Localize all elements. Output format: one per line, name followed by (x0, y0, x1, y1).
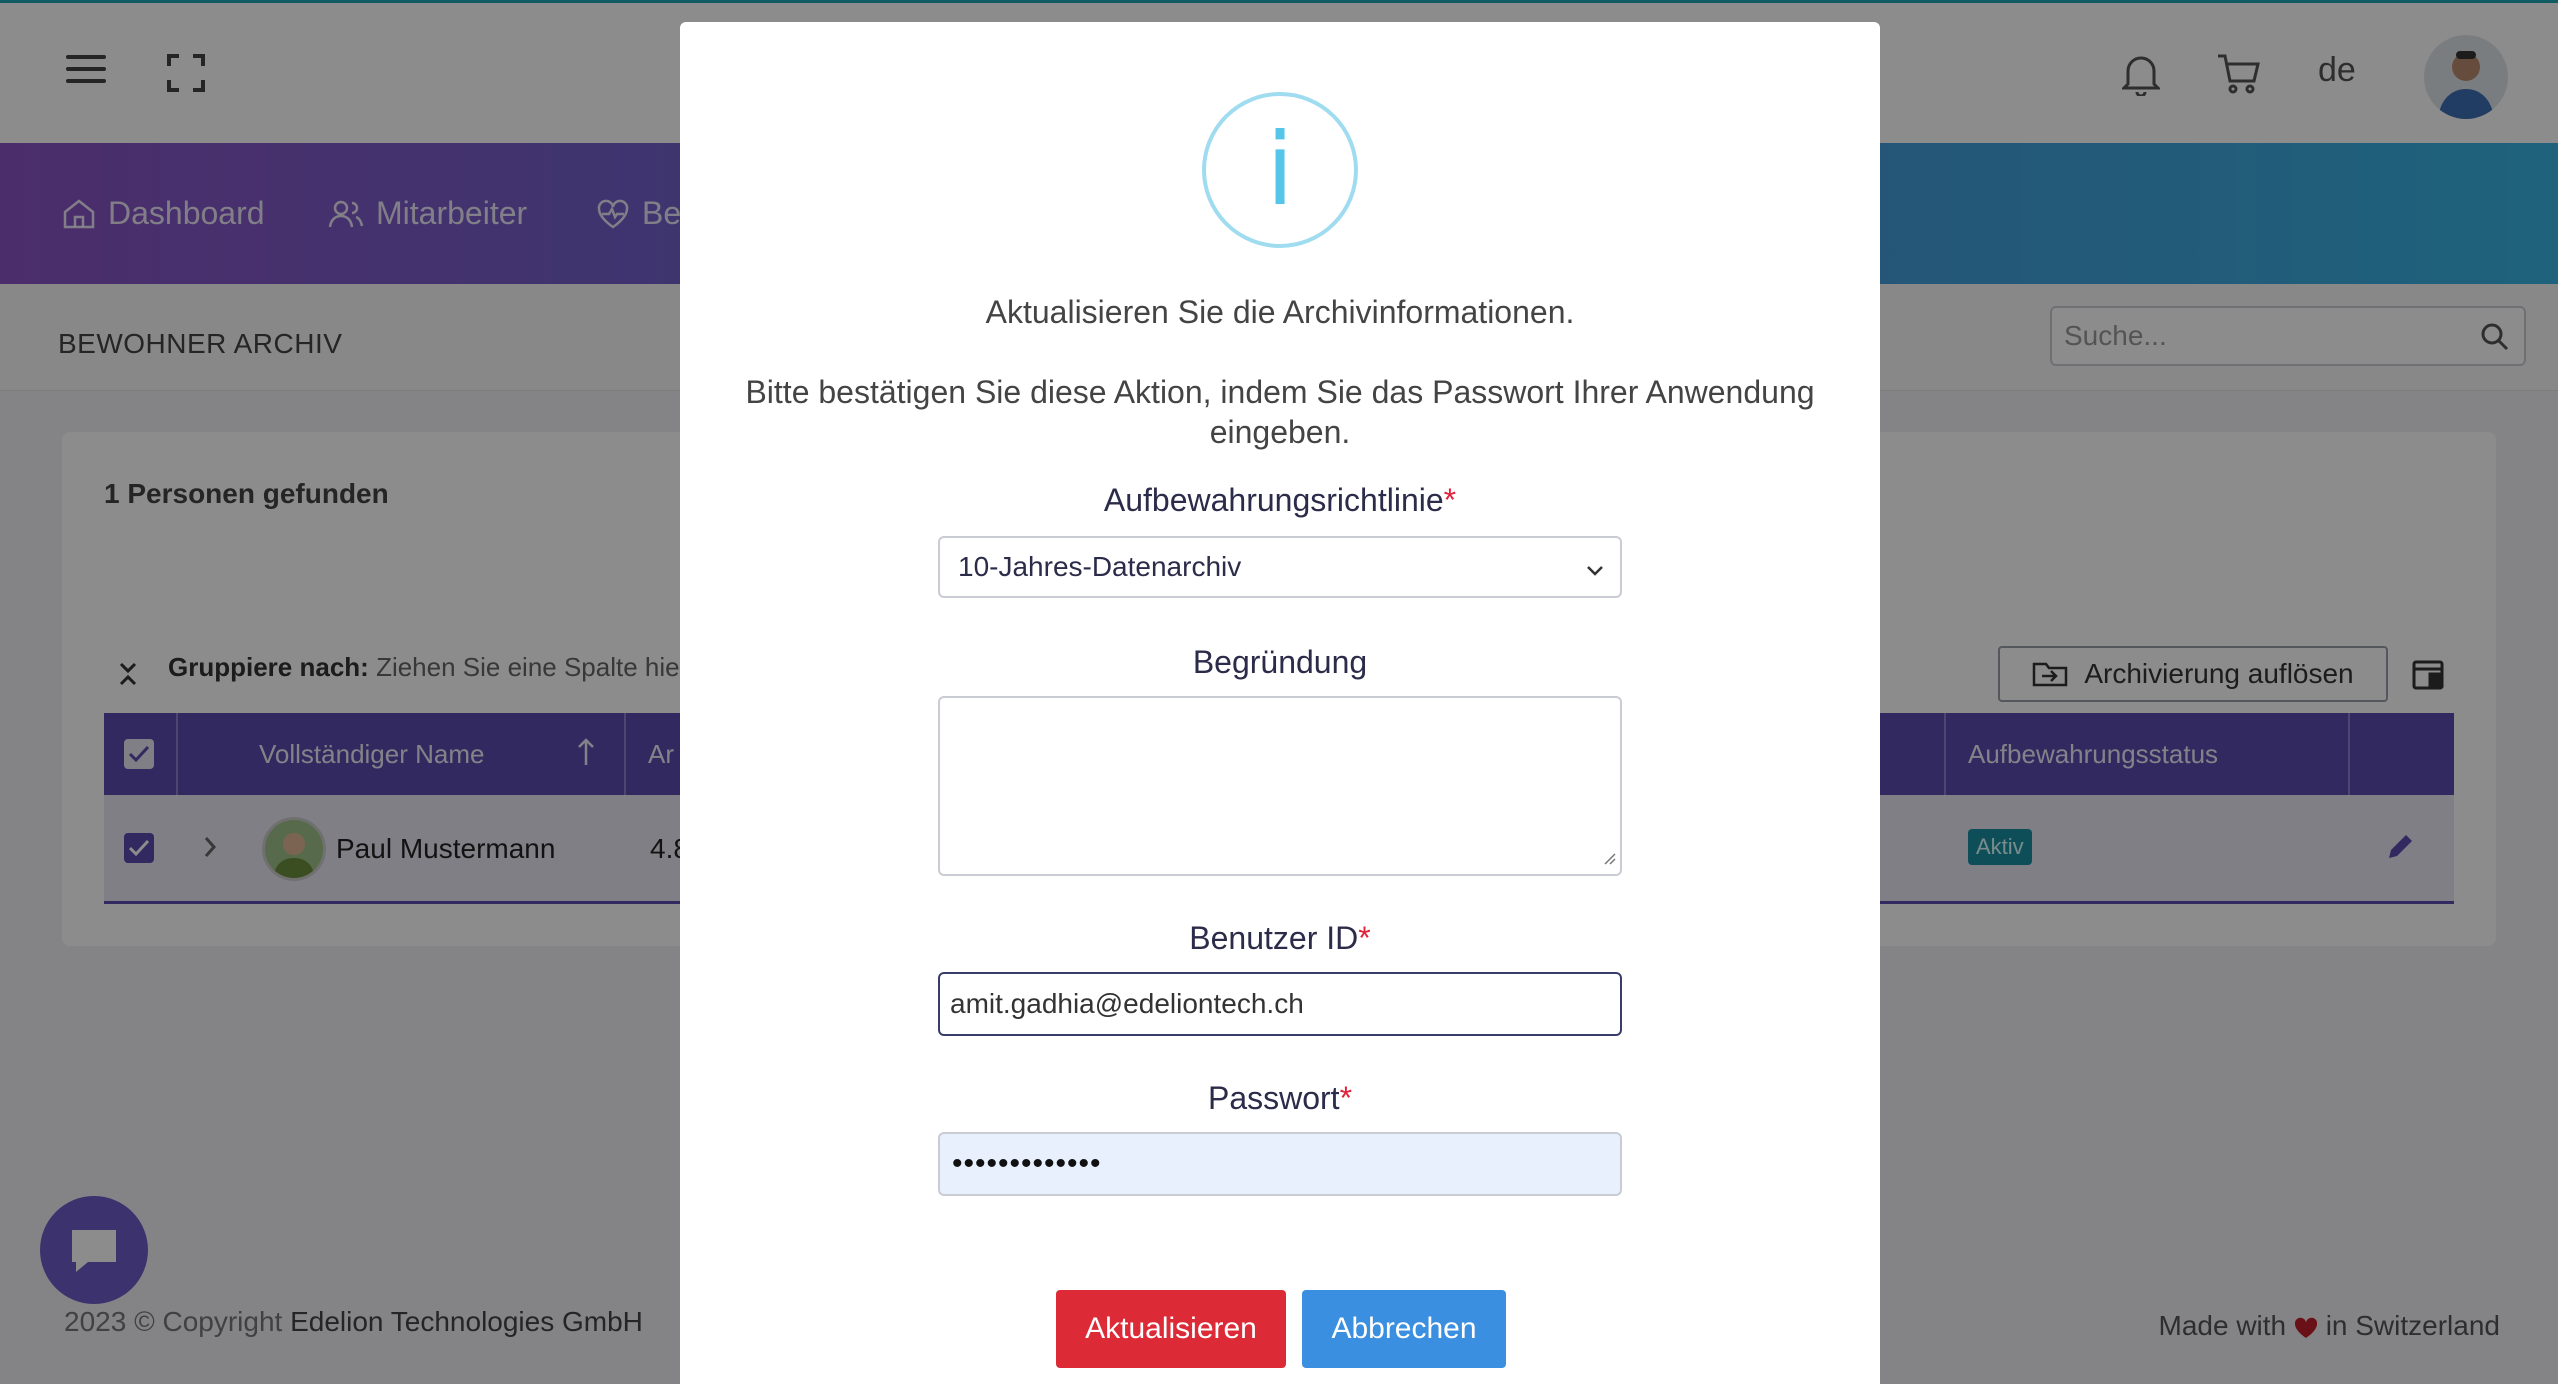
retention-policy-value: 10-Jahres-Datenarchiv (958, 551, 1242, 582)
user-id-field[interactable]: amit.gadhia@edeliontech.ch (938, 972, 1622, 1036)
dialog-title: Aktualisieren Sie die Archivinformatione… (985, 294, 1575, 330)
update-button[interactable]: Aktualisieren (1056, 1290, 1286, 1368)
update-archive-dialog: i Aktualisieren Sie die Archivinformatio… (680, 22, 1880, 1384)
reason-textarea[interactable] (938, 696, 1622, 876)
cancel-button[interactable]: Abbrechen (1302, 1290, 1506, 1368)
password-value: ••••••••••••• (952, 1147, 1102, 1180)
chevron-down-icon (1584, 556, 1606, 588)
resize-handle-icon[interactable] (1600, 849, 1616, 870)
user-id-label: Benutzer ID* (1189, 920, 1371, 956)
reason-label: Begründung (1192, 644, 1368, 680)
password-label: Passwort* (1207, 1080, 1353, 1116)
retention-policy-select[interactable]: 10-Jahres-Datenarchiv (938, 536, 1622, 598)
info-icon: i (1202, 92, 1358, 248)
user-id-value: amit.gadhia@edeliontech.ch (950, 988, 1304, 1019)
retention-policy-label: Aufbewahrungsrichtlinie* (1103, 482, 1457, 518)
dialog-message: Bitte bestätigen Sie diese Aktion, indem… (745, 374, 1815, 450)
password-field[interactable]: ••••••••••••• (938, 1132, 1622, 1196)
